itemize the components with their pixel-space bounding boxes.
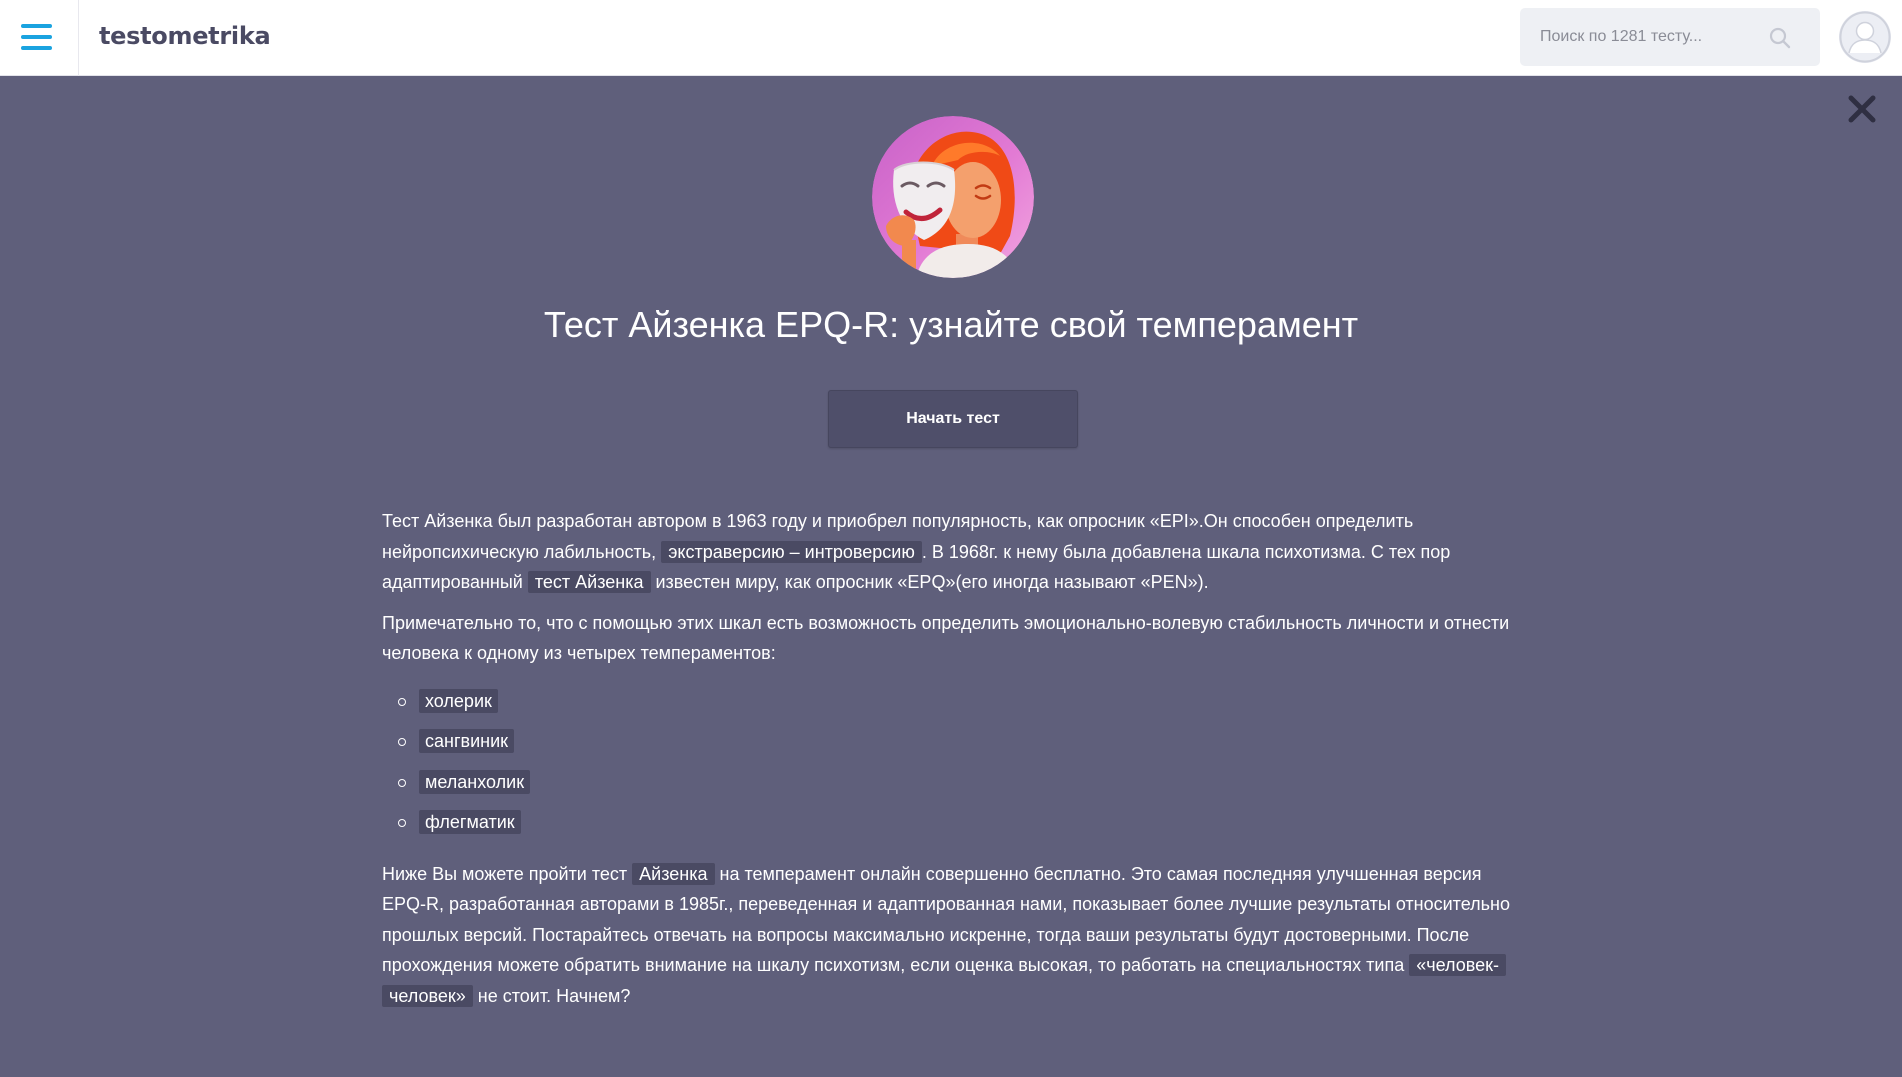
temperament-tag[interactable]: флегматик <box>419 810 521 834</box>
temperament-tag[interactable]: холерик <box>419 688 498 713</box>
hamburger-menu-icon[interactable] <box>0 0 79 76</box>
list-item: сангвиник <box>398 723 1522 764</box>
highlight-link[interactable]: тест Айзенка <box>527 571 651 593</box>
list-item: холерик <box>398 683 1522 724</box>
top-header: testometrika <box>0 0 1902 76</box>
list-item: флегматик <box>398 804 1522 845</box>
menu-line <box>21 46 52 50</box>
start-test-button[interactable]: Начать тест <box>828 390 1078 448</box>
theatre-mask-illustration <box>872 116 1034 278</box>
menu-line <box>21 35 52 39</box>
close-icon[interactable] <box>1846 93 1878 125</box>
user-avatar-icon[interactable] <box>1839 11 1891 63</box>
temperament-tag[interactable]: сангвиник <box>419 729 515 753</box>
menu-line <box>21 24 52 28</box>
temperament-list: холерик сангвиник меланхолик флегматик <box>382 683 1522 845</box>
search-input[interactable] <box>1520 8 1770 66</box>
site-logo[interactable]: testometrika <box>99 22 271 50</box>
page-title: Тест Айзенка EPQ-R: узнайте свой темпера… <box>543 304 1359 345</box>
description-paragraph: Ниже Вы можете пройти тест Айзенка на те… <box>382 859 1522 1012</box>
description-paragraph: Примечательно то, что с помощью этих шка… <box>382 612 1510 664</box>
temperament-tag[interactable]: меланхолик <box>419 769 531 794</box>
text: Ниже Вы можете пройти тест <box>382 863 633 884</box>
highlight-link[interactable]: Айзенка <box>632 862 715 885</box>
list-item: меланхолик <box>398 764 1522 805</box>
text: не стоит. Начнем? <box>472 985 631 1006</box>
test-description: Тест Айзенка был разработан автором в 19… <box>382 506 1522 1021</box>
highlight-link[interactable]: экстраверсию – интроверсию <box>661 540 922 563</box>
text: известен миру, как опросник «EPQ»(его ин… <box>650 572 1209 592</box>
search-icon[interactable] <box>1768 26 1792 50</box>
user-silhouette-icon <box>1839 11 1891 63</box>
description-paragraph: Тест Айзенка был разработан автором в 19… <box>382 506 1522 598</box>
